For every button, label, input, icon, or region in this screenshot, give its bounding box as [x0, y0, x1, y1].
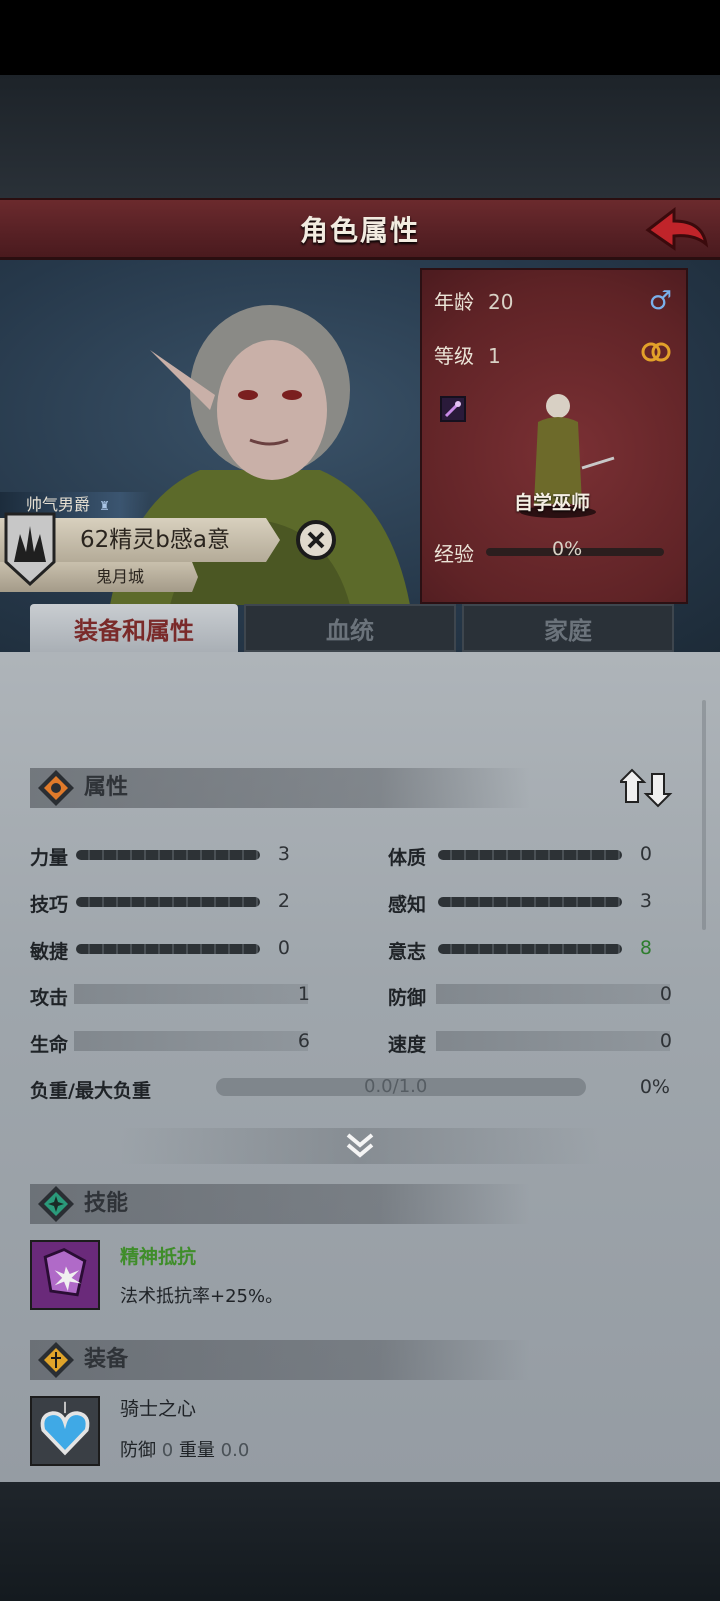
equipment-title: 装备 — [84, 1347, 129, 1372]
stat-will-value: 8 — [639, 937, 652, 959]
page-title: 角色属性 — [299, 213, 420, 247]
crest-shield-icon — [4, 512, 56, 586]
status-bar-area — [0, 0, 720, 75]
stat-perception-value: 3 — [639, 890, 652, 912]
load-value: 0.0/1.0 — [364, 1076, 428, 1097]
exp-label: 经验 — [434, 542, 474, 566]
stat-defense-label: 防御 — [388, 987, 427, 1009]
male-gender-icon: ♂ — [648, 286, 672, 316]
skills-icon — [38, 1186, 74, 1222]
equipment-stats: 防御 0 重量 0.0 — [120, 1436, 249, 1462]
skills-section-header: 技能 — [30, 1184, 530, 1224]
age-label: 年龄 — [434, 290, 474, 314]
attributes-title: 属性 — [84, 775, 129, 800]
level-value: 1 — [488, 344, 501, 368]
equipment-weight-label: 重量 — [178, 1440, 215, 1461]
top-background — [0, 75, 720, 200]
age-value: 20 — [488, 290, 514, 314]
equipment-section-header: 装备 — [30, 1340, 530, 1380]
tab-family[interactable]: 家庭 — [462, 604, 674, 652]
scrollbar[interactable] — [702, 700, 706, 930]
load-label: 负重/最大负重 — [30, 1080, 151, 1102]
stat-constitution-label: 体质 — [388, 847, 427, 869]
equipment-defense-value: 0 — [161, 1440, 174, 1461]
ring-icon[interactable] — [640, 340, 672, 364]
load-percent: 0% — [639, 1076, 670, 1098]
stat-speed-value: 0 — [659, 1030, 672, 1052]
tab-bloodline[interactable]: 血统 — [244, 604, 456, 652]
stat-will-bar — [438, 944, 622, 954]
stat-skill-value: 2 — [277, 890, 290, 912]
level-label: 等级 — [434, 344, 474, 368]
level-row: 等级 1 — [434, 340, 501, 369]
equipment-icon — [38, 1342, 74, 1378]
stat-skill-label: 技巧 — [30, 894, 69, 916]
character-name[interactable]: 62精灵b感a意 — [80, 518, 230, 562]
stat-speed-bar — [436, 1031, 670, 1051]
stat-attack-bar — [74, 984, 308, 1004]
stat-will-label: 意志 — [388, 941, 427, 963]
stat-skill-bar — [76, 897, 260, 907]
age-row: 年龄 20 — [434, 286, 513, 315]
stat-constitution-bar — [438, 850, 622, 860]
stat-perception-label: 感知 — [388, 894, 427, 916]
tab-bar: 装备和属性 血统 家庭 — [30, 604, 690, 652]
stat-agility-bar — [76, 944, 260, 954]
bottom-area — [0, 1482, 720, 1601]
exp-value: 0% — [552, 538, 583, 560]
skills-title: 技能 — [84, 1191, 129, 1216]
stat-constitution-value: 0 — [639, 843, 652, 865]
stat-defense-value: 0 — [659, 983, 672, 1005]
stat-strength-bar — [76, 850, 260, 860]
expand-button[interactable] — [120, 1128, 600, 1164]
stat-strength-label: 力量 — [30, 847, 69, 869]
wand-icon[interactable] — [440, 396, 466, 422]
info-panel: 年龄 20 ♂ 等级 1 自学巫师 经验 0% — [420, 268, 688, 604]
skill-description: 法术抵抗率+25%。 — [120, 1286, 284, 1307]
stat-health-bar — [74, 1031, 308, 1051]
chevron-down-icon — [346, 1133, 374, 1158]
stat-defense-bar — [436, 984, 670, 1004]
stat-attack-label: 攻击 — [30, 987, 69, 1009]
stat-perception-bar — [438, 897, 622, 907]
stat-speed-label: 速度 — [388, 1034, 427, 1056]
stat-health-label: 生命 — [30, 1034, 69, 1056]
stat-health-value: 6 — [297, 1030, 310, 1052]
equipment-weight-value: 0.0 — [220, 1440, 250, 1461]
skill-mind-resist-icon[interactable] — [30, 1240, 100, 1310]
back-arrow-icon[interactable] — [644, 204, 710, 256]
stat-attack-value: 1 — [297, 983, 310, 1005]
stat-agility-value: 0 — [277, 937, 290, 959]
page-header: 角色属性 — [0, 198, 720, 260]
class-name: 自学巫师 — [513, 492, 590, 514]
tab-equipment-attributes[interactable]: 装备和属性 — [30, 604, 238, 652]
skill-name: 精神抵抗 — [120, 1246, 197, 1268]
stat-agility-label: 敏捷 — [30, 941, 69, 963]
equipment-name: 骑士之心 — [120, 1398, 197, 1420]
close-icon[interactable] — [296, 520, 336, 560]
attributes-icon — [38, 770, 74, 806]
crown-icon: ♜ — [99, 499, 110, 513]
equipment-defense-label: 防御 — [120, 1440, 156, 1461]
attributes-section-header: 属性 — [30, 768, 530, 808]
sort-icon[interactable] — [620, 768, 676, 808]
knight-heart-amulet-icon[interactable] — [30, 1396, 100, 1466]
character-city: 鬼月城 — [96, 567, 145, 586]
stat-strength-value: 3 — [277, 843, 290, 865]
